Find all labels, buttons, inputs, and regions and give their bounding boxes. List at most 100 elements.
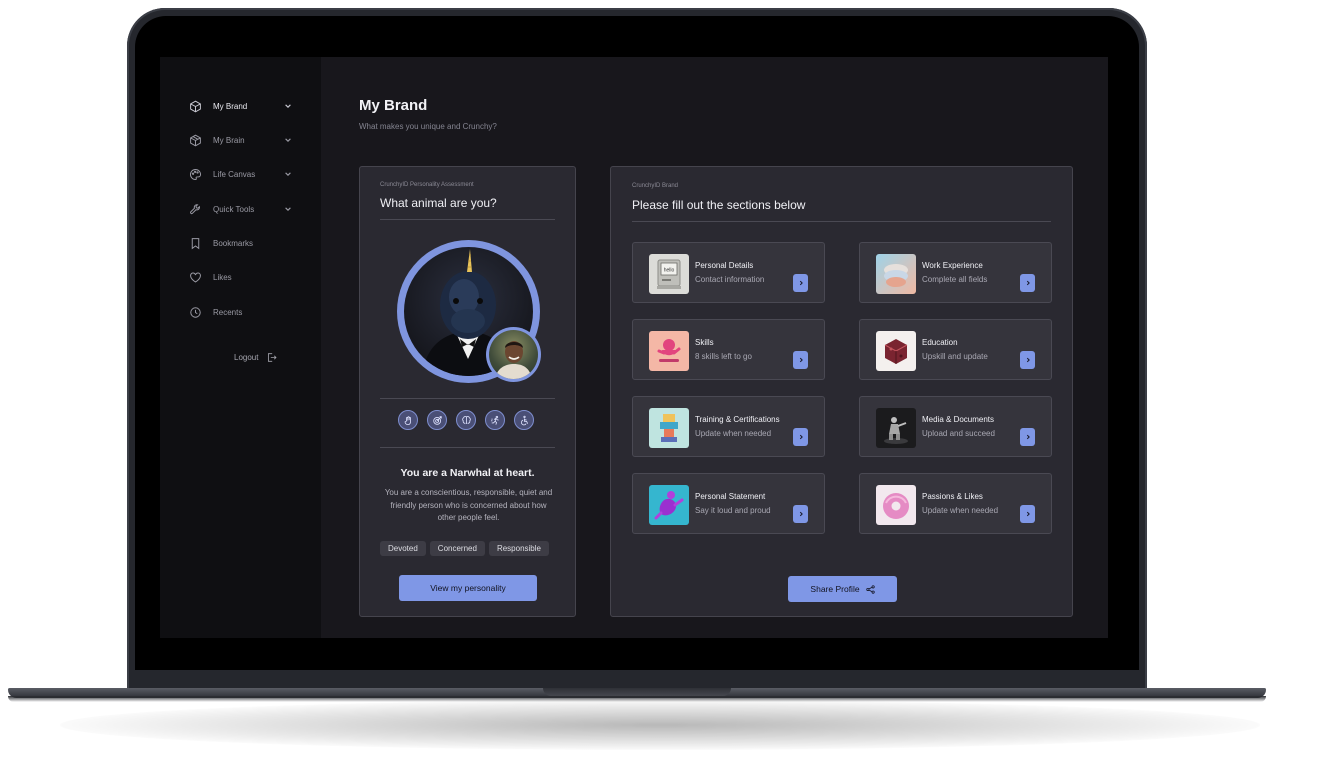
wrench-icon [188, 202, 202, 216]
running-icon[interactable] [485, 410, 505, 430]
card-subtitle: Upload and succeed [922, 429, 995, 438]
chevron-right-icon [799, 280, 803, 286]
share-profile-button[interactable]: Share Profile [788, 576, 897, 602]
sidebar-item-my-brain[interactable]: My Brain [188, 131, 292, 149]
card-subtitle: Say it loud and proud [695, 506, 771, 515]
user-avatar[interactable] [486, 327, 541, 382]
sidebar-item-my-brand[interactable]: My Brand [188, 97, 292, 115]
sidebar-item-label: Recents [213, 307, 243, 317]
card-title: Passions & Likes [922, 492, 983, 501]
chevron-right-icon [1026, 357, 1030, 363]
cube-sculpture-icon [876, 331, 916, 371]
chevron-right-icon [799, 511, 803, 517]
sidebar-item-label: Life Canvas [213, 169, 256, 179]
sidebar-item-likes[interactable]: Likes [188, 268, 292, 286]
sidebar-item-recents[interactable]: Recents [188, 303, 292, 321]
stacked-blocks-icon [649, 408, 689, 448]
personality-tags: Devoted Concerned Responsible [380, 541, 549, 556]
personality-result-description: You are a conscientious, responsible, qu… [384, 488, 553, 522]
card-subtitle: Contact information [695, 275, 765, 284]
divider [380, 398, 555, 399]
sidebar: My Brand My Brain Life Canvas Quick Tool… [160, 57, 321, 638]
sidebar-item-label: Likes [213, 272, 232, 282]
personality-title: What animal are you? [380, 196, 497, 210]
tag-concerned: Concerned [429, 541, 485, 556]
tag-responsible: Responsible [488, 541, 549, 556]
page-title: My Brand [359, 97, 428, 114]
bookmark-icon [188, 236, 202, 250]
personality-eyebrow: CrunchyID Personality Assessment [380, 182, 474, 188]
chevron-right-icon [799, 357, 803, 363]
card-education[interactable]: Education Upskill and update [859, 319, 1052, 380]
tag-devoted: Devoted [380, 541, 426, 556]
sidebar-item-label: Bookmarks [213, 238, 254, 248]
personality-result-title: You are a Narwhal at heart. [400, 467, 535, 479]
card-open-button[interactable] [1020, 428, 1035, 446]
laptop-base-lip [8, 696, 1266, 702]
logout-icon [268, 353, 278, 362]
retro-computer-icon: hello [649, 254, 689, 294]
card-training-certifications[interactable]: Training & Certifications Update when ne… [632, 396, 825, 457]
brain-cube-icon [188, 133, 202, 147]
device-shadow [60, 700, 1260, 750]
skateboard-figure-icon [649, 331, 689, 371]
card-subtitle: 8 skills left to go [695, 352, 752, 361]
chevron-down-icon [285, 172, 291, 176]
chevron-down-icon [285, 104, 291, 108]
heart-icon [188, 270, 202, 284]
wheelchair-icon[interactable] [514, 410, 534, 430]
brand-title: Please fill out the sections below [632, 198, 806, 212]
chevron-down-icon [285, 207, 291, 211]
card-personal-details[interactable]: hello Personal Details Contact informati… [632, 242, 825, 303]
card-open-button[interactable] [1020, 274, 1035, 292]
view-personality-button[interactable]: View my personality [399, 575, 537, 601]
card-title: Work Experience [922, 261, 983, 270]
card-title: Personal Statement [695, 492, 766, 501]
logout-label: Logout [234, 353, 259, 362]
brand-eyebrow: CrunchyID Brand [632, 183, 679, 189]
chevron-right-icon [1026, 511, 1030, 517]
card-open-button[interactable] [793, 428, 808, 446]
abstract-figure-icon [649, 485, 689, 525]
brain-icon[interactable] [456, 410, 476, 430]
card-skills[interactable]: Skills 8 skills left to go [632, 319, 825, 380]
sidebar-item-quick-tools[interactable]: Quick Tools [188, 200, 292, 218]
page-subtitle: What makes you unique and Crunchy? [359, 122, 497, 131]
chevron-right-icon [799, 434, 803, 440]
brand-panel: CrunchyID Brand Please fill out the sect… [610, 166, 1073, 617]
card-passions-likes[interactable]: Passions & Likes Update when needed [859, 473, 1052, 534]
app-screen: My Brand My Brain Life Canvas Quick Tool… [160, 57, 1108, 638]
clock-icon [188, 305, 202, 319]
abstract-shapes-icon [876, 254, 916, 294]
chevron-right-icon [1026, 434, 1030, 440]
logout-button[interactable]: Logout [234, 352, 278, 363]
card-subtitle: Update when needed [922, 506, 999, 515]
card-title: Education [922, 338, 958, 347]
sidebar-item-label: Quick Tools [213, 204, 255, 214]
divider [632, 221, 1051, 222]
card-open-button[interactable] [1020, 505, 1035, 523]
chevron-right-icon [1026, 280, 1030, 286]
divider [380, 219, 555, 220]
sidebar-item-life-canvas[interactable]: Life Canvas [188, 165, 292, 183]
share-icon [865, 584, 875, 594]
cube-icon [188, 99, 202, 113]
sidebar-item-label: My Brain [213, 135, 245, 145]
laptop-notch [543, 688, 731, 696]
card-work-experience[interactable]: Work Experience Complete all fields [859, 242, 1052, 303]
card-subtitle: Complete all fields [922, 275, 988, 284]
card-open-button[interactable] [793, 351, 808, 369]
hand-icon[interactable] [398, 410, 418, 430]
divider [380, 447, 555, 448]
card-title: Media & Documents [922, 415, 995, 424]
card-media-documents[interactable]: Media & Documents Upload and succeed [859, 396, 1052, 457]
card-open-button[interactable] [793, 274, 808, 292]
trait-icon-row [398, 410, 534, 430]
sidebar-item-bookmarks[interactable]: Bookmarks [188, 234, 292, 252]
card-open-button[interactable] [1020, 351, 1035, 369]
card-open-button[interactable] [793, 505, 808, 523]
card-personal-statement[interactable]: Personal Statement Say it loud and proud [632, 473, 825, 534]
target-icon[interactable] [427, 410, 447, 430]
figure-sculpture-icon [876, 408, 916, 448]
sidebar-item-label: My Brand [213, 101, 248, 111]
